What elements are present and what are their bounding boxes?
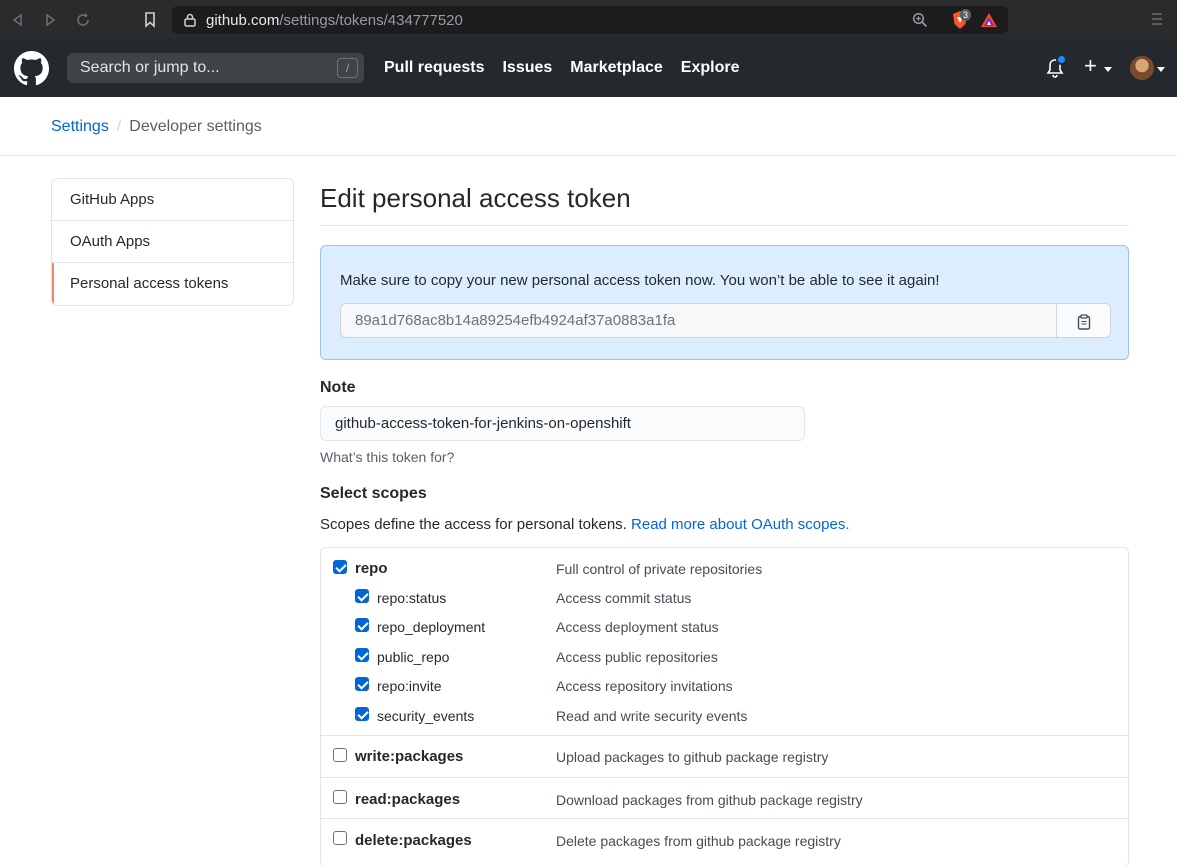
scope-checkbox-public-repo[interactable] (355, 648, 369, 662)
brave-rewards-icon[interactable] (980, 12, 998, 33)
scope-desc-repo: Full control of private repositories (556, 561, 763, 577)
reload-icon[interactable] (73, 10, 93, 30)
url-text: github.com/settings/tokens/434777520 (206, 12, 463, 29)
breadcrumb: Settings / Developer settings (51, 118, 262, 136)
profile-chevron-down-icon[interactable] (1157, 67, 1165, 72)
scope-checkbox-repo[interactable] (333, 560, 347, 574)
breadcrumb-separator: / (116, 118, 122, 135)
settings-sidebar: GitHub Apps OAuth Apps Personal access t… (51, 178, 294, 306)
url-path: /settings/tokens/434777520 (279, 12, 463, 29)
clipboard-icon (1077, 313, 1090, 330)
select-scopes-label: Select scopes (320, 485, 427, 502)
nav-pull-requests[interactable]: Pull requests (384, 59, 484, 77)
search-placeholder: Search or jump to... (80, 59, 220, 76)
search-input[interactable]: Search or jump to... / (67, 53, 364, 83)
create-chevron-down-icon[interactable] (1104, 67, 1112, 72)
scope-desc-write-packages: Upload packages to github package regist… (556, 749, 829, 765)
forward-icon[interactable] (40, 10, 60, 30)
notification-indicator (1056, 54, 1067, 65)
browser-menu-icon[interactable] (1150, 12, 1164, 31)
scope-desc-repo-invite: Access repository invitations (556, 678, 733, 694)
scopes-description: Scopes define the access for personal to… (320, 516, 850, 533)
breadcrumb-settings-link[interactable]: Settings (51, 118, 109, 136)
scope-name-security-events: security_events (377, 708, 475, 724)
note-field[interactable]: github-access-token-for-jenkins-on-opens… (320, 406, 805, 441)
bookmark-icon[interactable] (140, 10, 160, 30)
scope-desc-delete-packages: Delete packages from github package regi… (556, 833, 841, 849)
scope-checkbox-repo-status[interactable] (355, 589, 369, 603)
note-hint: What’s this token for? (320, 449, 455, 465)
page-title: Edit personal access token (320, 178, 1129, 226)
scope-name-write-packages: write:packages (355, 748, 464, 765)
flash-message: Make sure to copy your new personal acce… (340, 272, 940, 289)
scope-desc-repo-deployment: Access deployment status (556, 619, 719, 635)
oauth-scopes-link[interactable]: Read more about OAuth scopes. (631, 516, 849, 533)
breadcrumb-current: Developer settings (129, 118, 262, 135)
sidebar-item-personal-access-tokens[interactable]: Personal access tokens (52, 263, 293, 305)
scope-name-delete-packages: delete:packages (355, 832, 472, 849)
search-shortcut-badge: / (337, 58, 358, 78)
scope-checkbox-repo-deployment[interactable] (355, 618, 369, 632)
scope-desc-repo-status: Access commit status (556, 590, 692, 606)
sidebar-item-oauth-apps[interactable]: OAuth Apps (52, 221, 293, 263)
scope-checkbox-read-packages[interactable] (333, 790, 347, 804)
scope-desc-security-events: Read and write security events (556, 708, 748, 724)
avatar[interactable] (1130, 56, 1154, 80)
scope-checkbox-write-packages[interactable] (333, 748, 347, 762)
address-bar[interactable]: github.com/settings/tokens/434777520 3 (172, 6, 1008, 34)
scope-name-repo-status: repo:status (377, 590, 447, 606)
github-logo-icon[interactable] (14, 51, 49, 91)
github-header: Search or jump to... / Pull requests Iss… (0, 39, 1177, 97)
scope-checkbox-security-events[interactable] (355, 707, 369, 721)
copy-token-button[interactable] (1056, 304, 1110, 337)
scope-checkbox-repo-invite[interactable] (355, 677, 369, 691)
scope-group-repo: repo Full control of private repositorie… (321, 548, 1128, 736)
scope-desc-public-repo: Access public repositories (556, 649, 718, 665)
token-value: 89a1d768ac8b14a89254efb4924af37a0883a1fa (355, 312, 676, 329)
sidebar-item-github-apps[interactable]: GitHub Apps (52, 179, 293, 221)
top-nav: Pull requests Issues Marketplace Explore (384, 59, 739, 77)
scope-group-delete-packages: delete:packages Delete packages from git… (321, 819, 1128, 859)
scope-name-read-packages: read:packages (355, 791, 461, 808)
shields-count-badge: 3 (960, 9, 972, 21)
nav-explore[interactable]: Explore (681, 59, 740, 77)
scope-name-public-repo: public_repo (377, 649, 450, 665)
scope-group-read-packages: read:packages Download packages from git… (321, 778, 1128, 819)
zoom-icon[interactable] (912, 12, 928, 33)
main-content: Edit personal access token Make sure to … (320, 178, 1129, 867)
nav-marketplace[interactable]: Marketplace (570, 59, 663, 77)
plus-icon[interactable]: + (1084, 55, 1097, 77)
token-field[interactable]: 89a1d768ac8b14a89254efb4924af37a0883a1fa (340, 303, 1111, 338)
scope-checkbox-delete-packages[interactable] (333, 831, 347, 845)
browser-toolbar: github.com/settings/tokens/434777520 3 (0, 0, 1177, 39)
scope-desc-read-packages: Download packages from github package re… (556, 792, 863, 808)
lock-icon (184, 13, 196, 32)
nav-issues[interactable]: Issues (502, 59, 552, 77)
url-host: github.com (206, 12, 280, 29)
scopes-desc-text: Scopes define the access for personal to… (320, 516, 627, 533)
scope-name-repo-deployment: repo_deployment (377, 619, 486, 635)
token-flash-notice: Make sure to copy your new personal acce… (320, 245, 1129, 360)
scope-name-repo-invite: repo:invite (377, 678, 442, 694)
scope-name-repo: repo (355, 560, 388, 577)
scopes-list: repo Full control of private repositorie… (320, 547, 1129, 867)
note-label: Note (320, 379, 356, 396)
breadcrumb-bar: Settings / Developer settings (0, 97, 1177, 156)
back-icon[interactable] (8, 10, 28, 30)
scope-group-write-packages: write:packages Upload packages to github… (321, 736, 1128, 778)
